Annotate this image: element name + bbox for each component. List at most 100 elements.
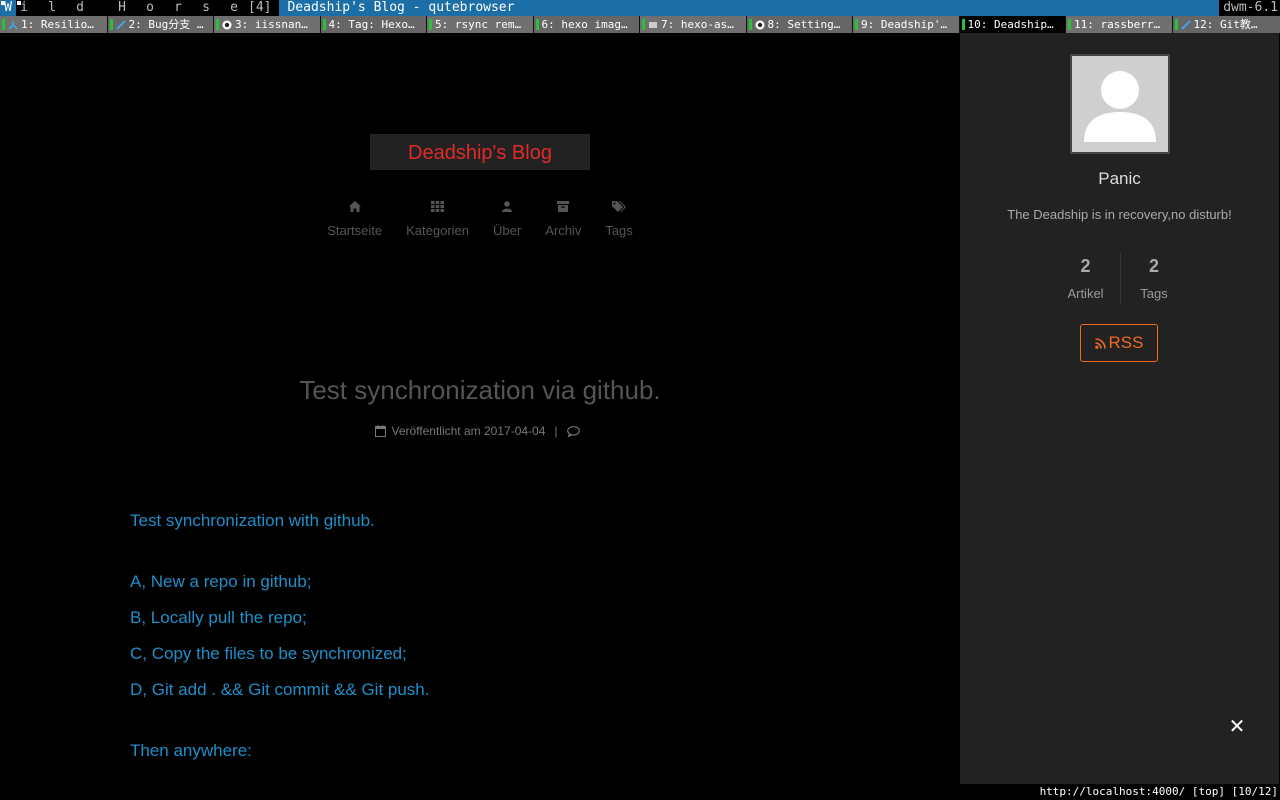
dwm-tag-label: H: [118, 0, 126, 15]
tab-indicator: [642, 19, 645, 30]
dwm-tag-label: s: [202, 0, 210, 15]
site-brand[interactable]: Deadship's Blog: [370, 134, 590, 170]
window-title: Deadship's Blog - qutebrowser: [279, 0, 1220, 16]
nav-item-tags[interactable]: Tags: [605, 201, 633, 238]
dwm-tag-8[interactable]: s: [198, 0, 214, 16]
stat-count: 2: [1080, 256, 1091, 276]
nav-item-kategorien[interactable]: Kategorien: [406, 201, 469, 238]
tab-label: 9: Deadship'…: [861, 18, 948, 31]
nav-label: Kategorien: [406, 223, 470, 238]
dwm-tags: W i l d H o r s e: [0, 0, 242, 16]
nav-label: Archiv: [545, 223, 582, 238]
dwm-tag-label: i: [20, 0, 28, 15]
tab-label: 4: Tag: Hexo…: [328, 18, 415, 31]
rss-button[interactable]: RSS: [1080, 324, 1158, 362]
stat-label: Tags: [1140, 286, 1168, 301]
dwm-tag-6[interactable]: o: [142, 0, 158, 16]
tab-indicator: [322, 19, 326, 30]
status-scroll: [top]: [1191, 785, 1226, 798]
nav-item-startseite[interactable]: Startseite: [327, 201, 382, 238]
layout-symbol[interactable]: [4]: [242, 0, 279, 16]
post-paragraph: Test synchronization with github.: [130, 511, 375, 530]
status-right: http://localhost:4000/ [top] [10/12]: [1040, 784, 1278, 800]
stat-tags[interactable]: 2 Tags: [1119, 253, 1188, 304]
dwm-tag-4[interactable]: d: [72, 0, 88, 16]
calendar-icon: [375, 425, 387, 437]
meta-separator: |: [554, 424, 558, 438]
dwm-tag-2[interactable]: i: [16, 0, 32, 16]
tab-bar: 1: Resilio… 2: Bug分支 … 3: iissnan… 4: Ta…: [0, 16, 1280, 33]
comment-icon[interactable]: [566, 425, 580, 437]
grid-icon: [431, 201, 445, 212]
tab-8[interactable]: 8: Setting…: [746, 16, 853, 33]
page-viewport[interactable]: Deadship's Blog Startseite Kategorien Üb…: [1, 33, 1279, 784]
tab-indicator: [961, 19, 965, 30]
close-icon[interactable]: ✕: [1228, 716, 1246, 736]
nav-label: Startseite: [327, 223, 383, 238]
post-meta-label: Veröffentlicht am: [391, 424, 481, 438]
post-title[interactable]: Test synchronization via github.: [1, 375, 959, 406]
occupied-indicator: [17, 1, 21, 5]
tab-indicator: [535, 19, 539, 30]
status-tab-index: [10/12]: [1231, 785, 1278, 798]
post-paragraph: C, Copy the files to be synchronized;: [130, 644, 407, 663]
github-icon: [222, 20, 232, 30]
post-meta: Veröffentlicht am 2017-04-04 |: [1, 424, 959, 438]
dwm-bar: W i l d H o r s e [4] Deadship's Blog - …: [0, 0, 1280, 16]
status-text: dwm-6.1: [1223, 0, 1278, 15]
tab-9[interactable]: 9: Deadship'…: [853, 16, 960, 33]
nav-label: Über: [493, 223, 522, 238]
tab-1[interactable]: 1: Resilio…: [0, 16, 108, 33]
dwm-tag-9[interactable]: e: [226, 0, 242, 16]
dwm-tag-5[interactable]: H: [114, 0, 130, 16]
site-stats: 2 Artikel 2 Tags: [960, 253, 1279, 304]
tab-label: 8: Setting…: [767, 18, 841, 31]
tab-label: 7: hexo-as…: [661, 18, 734, 31]
tab-4[interactable]: 4: Tag: Hexo…: [320, 16, 427, 33]
avatar-placeholder-icon: [1084, 71, 1156, 142]
tab-12[interactable]: 12: Git教…: [1172, 16, 1280, 33]
resilio-icon: [8, 20, 18, 30]
tags-icon: [612, 201, 627, 212]
tab-label: 2: Bug分支 …: [128, 18, 204, 31]
tab-indicator: [216, 19, 219, 30]
tab-indicator: [429, 19, 432, 30]
tab-5[interactable]: 5: rsync rem…: [427, 16, 534, 33]
tab-indicator: [748, 19, 752, 30]
avatar: [1070, 54, 1170, 154]
statusbar: http://localhost:4000/ [top] [10/12]: [0, 784, 1280, 800]
tab-indicator: [1068, 19, 1071, 30]
dwm-tag-3[interactable]: l: [44, 0, 60, 16]
tab-11[interactable]: 11: rassberr…: [1066, 16, 1173, 33]
sidebar: Panic The Deadship is in recovery,no dis…: [960, 33, 1279, 784]
github-icon: [755, 20, 765, 30]
tab-label: 10: Deadship…: [967, 18, 1054, 31]
tab-7[interactable]: 7: hexo-as…: [640, 16, 747, 33]
home-icon: [348, 201, 361, 212]
quill-icon: [115, 19, 126, 30]
tab-indicator: [855, 19, 858, 30]
tab-3[interactable]: 3: iissnan…: [214, 16, 321, 33]
dwm-tag-7[interactable]: r: [170, 0, 186, 16]
nav-item-uber[interactable]: Über: [493, 201, 521, 238]
tab-6[interactable]: 6: hexo imag…: [533, 16, 640, 33]
tab-indicator: [109, 19, 113, 30]
tab-label: 5: rsync rem…: [435, 18, 522, 31]
post-paragraph: D, Git add . && Git commit && Git push.: [130, 680, 430, 699]
flag-icon: [648, 20, 658, 30]
main-content: Deadship's Blog Startseite Kategorien Üb…: [1, 33, 959, 784]
dwm-tag-label: r: [174, 0, 182, 15]
stat-count: 2: [1148, 256, 1159, 276]
tab-10[interactable]: 10: Deadship…: [959, 16, 1066, 33]
status-url: http://localhost:4000/: [1039, 785, 1186, 798]
tab-indicator: [1174, 19, 1178, 30]
dwm-tag-1[interactable]: W: [0, 0, 16, 16]
dwm-tag-label: l: [48, 0, 56, 15]
tab-label: 3: iissnan…: [235, 18, 308, 31]
tab-label: 1: Resilio…: [21, 18, 94, 31]
tab-label: 11: rassberr…: [1074, 18, 1161, 31]
stat-articles[interactable]: 2 Artikel: [1052, 253, 1120, 304]
tab-2[interactable]: 2: Bug分支 …: [107, 16, 214, 33]
occupied-indicator: [1, 1, 5, 5]
nav-item-archiv[interactable]: Archiv: [545, 201, 581, 238]
